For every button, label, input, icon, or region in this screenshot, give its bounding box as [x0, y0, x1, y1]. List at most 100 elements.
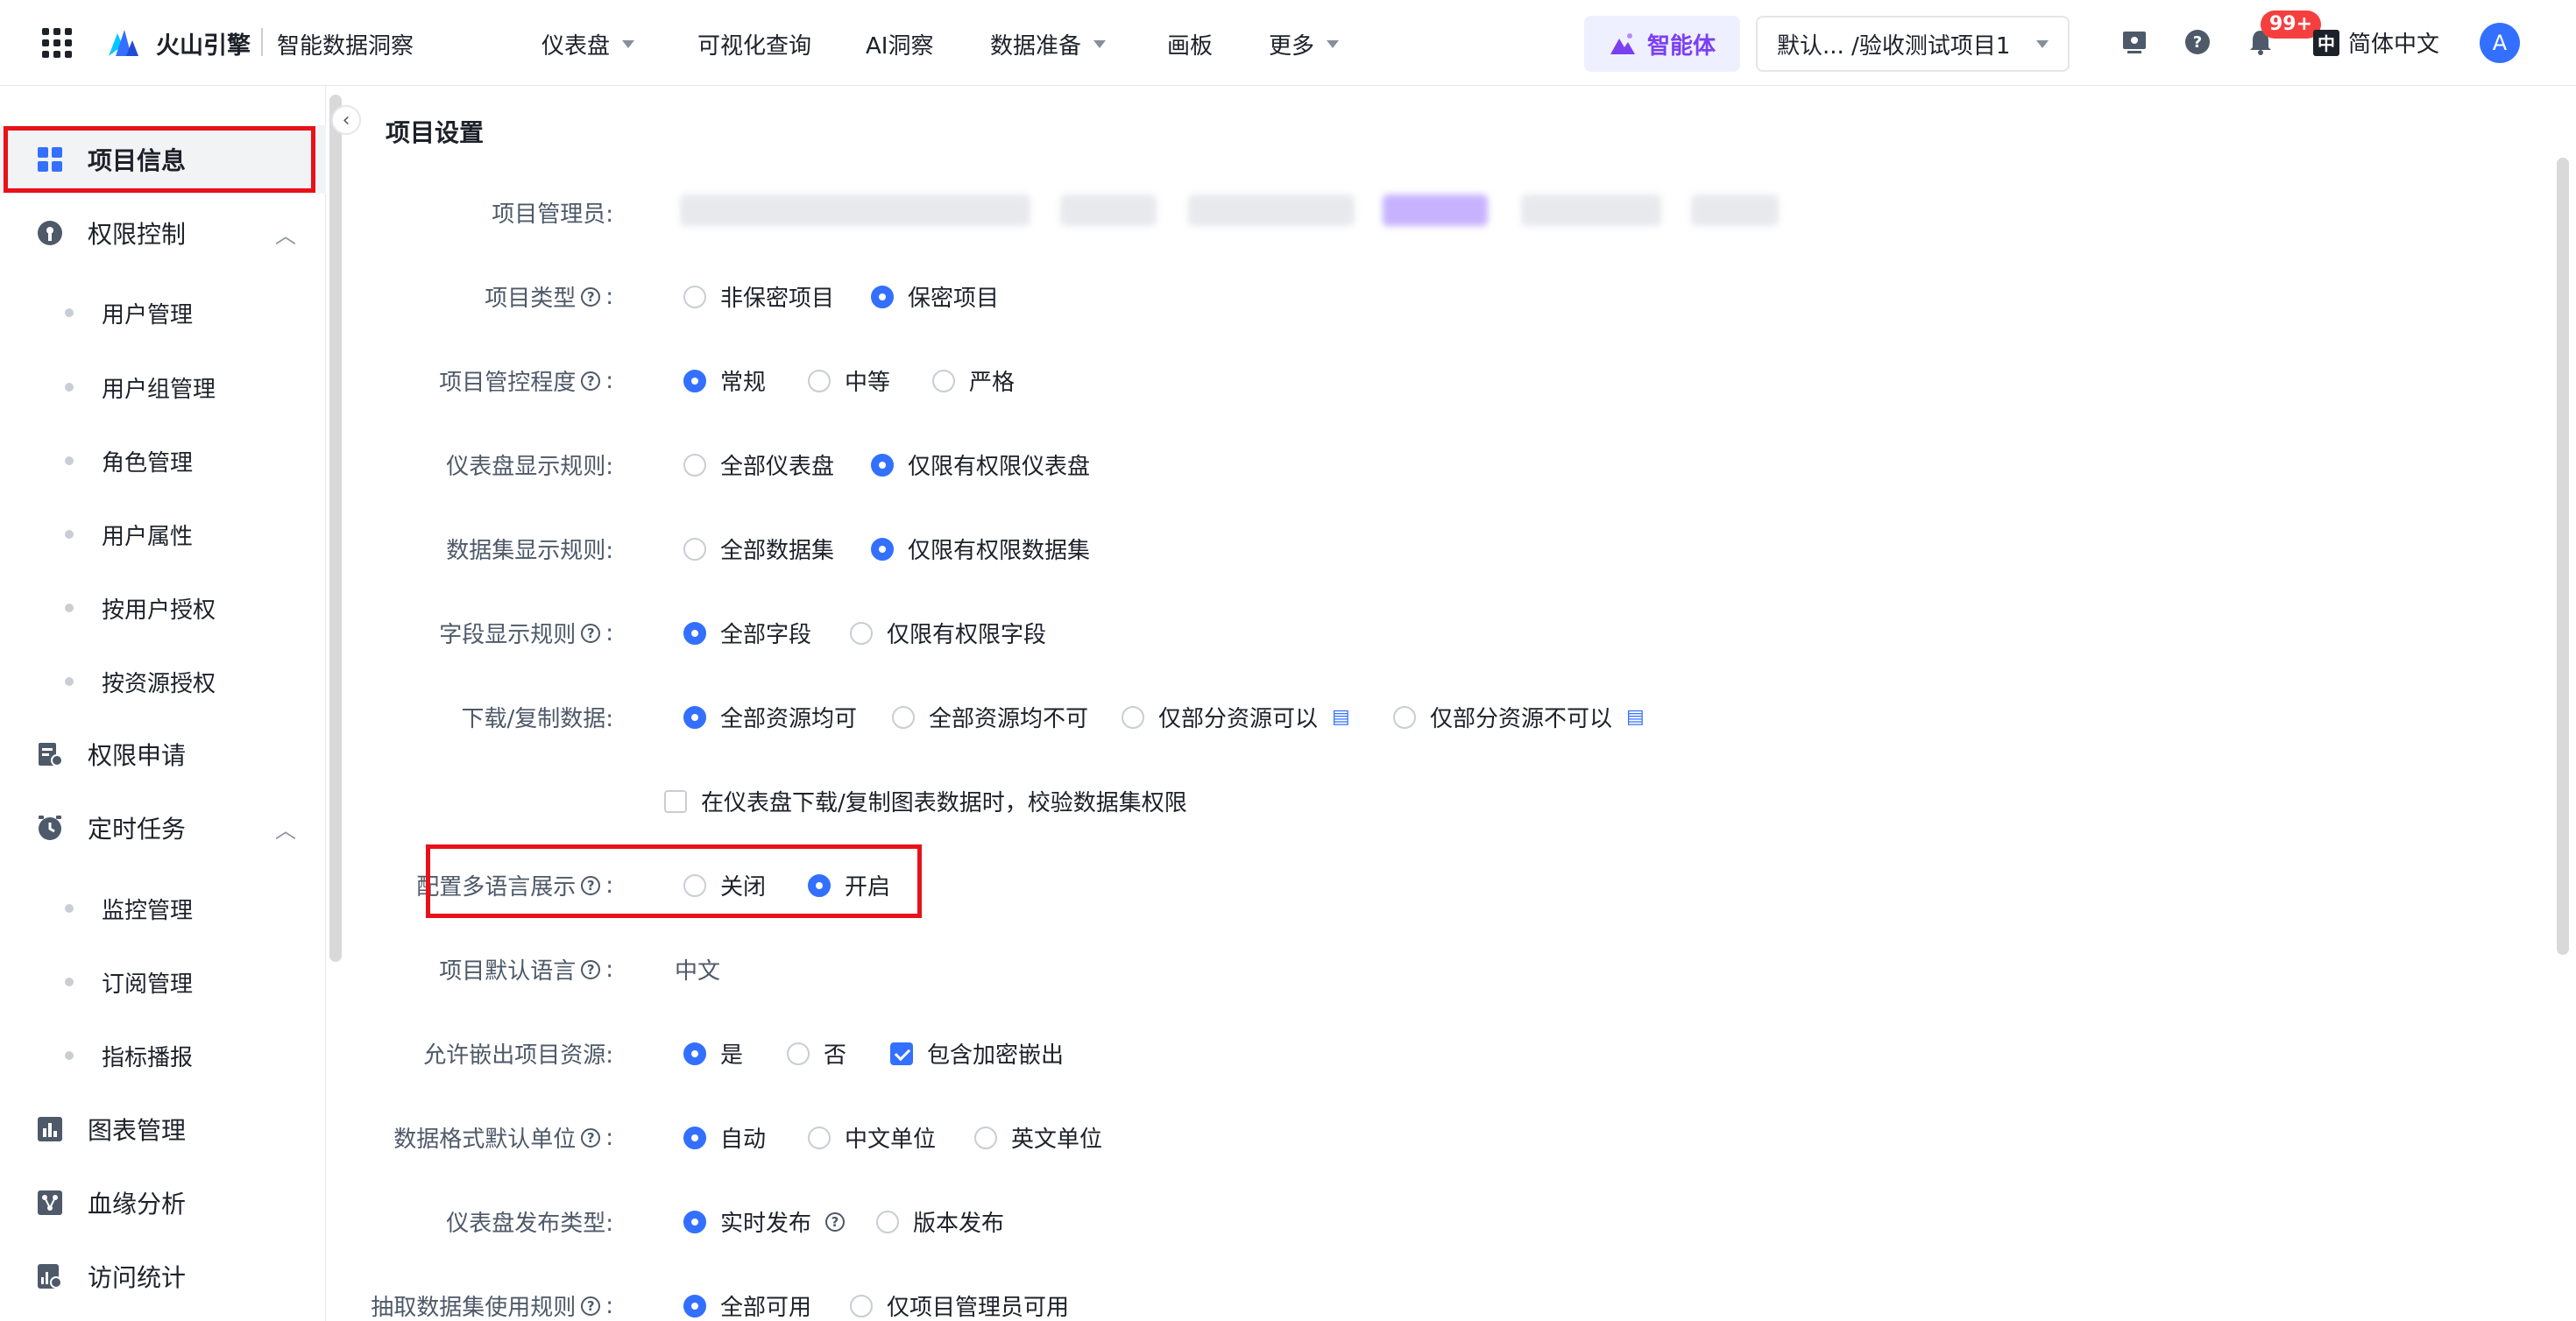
chevron-down-icon	[1327, 40, 1340, 48]
nav-canvas[interactable]: 画板	[1167, 28, 1213, 60]
radio-unit-english[interactable]: 英文单位	[974, 1121, 1102, 1154]
row-project-admins: 项目管理员:	[0, 189, 2541, 233]
help-circle-icon[interactable]: ?	[581, 623, 601, 643]
brand-divider	[261, 28, 263, 56]
field-label: 项目管控程度?:	[439, 367, 613, 397]
avatar[interactable]: A	[2480, 23, 2520, 63]
highlight-box-multi-language	[426, 844, 922, 918]
help-circle-icon[interactable]: ?	[581, 286, 601, 307]
document-icon[interactable]: ▤	[1626, 706, 1645, 728]
help-circle-icon[interactable]: ?	[581, 1127, 601, 1148]
radio-normal[interactable]: 常规	[683, 364, 766, 397]
radio-unit-auto[interactable]: 自动	[683, 1121, 766, 1154]
nav-dashboard[interactable]: 仪表盘	[541, 28, 635, 60]
top-nav-bar: 火山引擎 智能数据洞察 仪表盘 可视化查询 AI洞察 数据准备 画板 更多 智能…	[0, 0, 2576, 86]
row-download-copy: 下载/复制数据: 全部资源均可 全部资源均不可 仅部分资源可以 ▤ 仅部分资源不可…	[0, 694, 2541, 738]
admin-chip	[1188, 194, 1355, 226]
radio-extract-admin[interactable]: 仅项目管理员可用	[850, 1289, 1069, 1321]
agent-icon	[1610, 33, 1635, 54]
default-language-value: 中文	[675, 958, 721, 985]
row-field-rule: 字段显示规则?: 全部字段 仅限有权限字段	[0, 610, 2541, 653]
field-label: 允许嵌出项目资源:	[423, 1042, 613, 1069]
help-circle-icon[interactable]: ?	[825, 1212, 846, 1232]
row-control-level: 项目管控程度?: 常规 中等 严格	[0, 357, 2541, 401]
row-default-unit: 数据格式默认单位?: 自动 中文单位 英文单位	[0, 1114, 2541, 1158]
radio-non-secret[interactable]: 非保密项目	[683, 280, 834, 313]
page-title: 项目设置	[386, 118, 485, 147]
row-dataset-rule: 数据集显示规则: 全部数据集 仅限有权限数据集	[0, 526, 2541, 569]
apply-icon	[35, 739, 65, 769]
help-circle-icon[interactable]: ?	[581, 959, 601, 979]
help-circle-icon[interactable]: ?	[581, 371, 601, 391]
volcano-logo-icon	[109, 30, 138, 56]
apps-grid-icon[interactable]	[42, 28, 72, 58]
chevron-down-icon	[2036, 39, 2049, 48]
row-publish-type: 仪表盘发布类型: 实时发布? 版本发布	[0, 1198, 2541, 1242]
radio-all-allowed[interactable]: 全部资源均可	[683, 701, 857, 733]
agent-button[interactable]: 智能体	[1584, 16, 1740, 72]
radio-secret[interactable]: 保密项目	[871, 280, 999, 313]
row-extract-rule: 抽取数据集使用规则?: 全部可用 仅项目管理员可用	[0, 1282, 2541, 1321]
row-default-language: 项目默认语言?: 中文	[0, 946, 2541, 990]
radio-all-denied[interactable]: 全部资源均不可	[892, 701, 1088, 733]
radio-all-datasets[interactable]: 全部数据集	[683, 533, 834, 565]
admin-chip	[1521, 194, 1661, 226]
field-label: 项目默认语言?:	[439, 956, 613, 985]
radio-permitted-datasets[interactable]: 仅限有权限数据集	[871, 533, 1090, 565]
collapse-sidebar-button[interactable]: ‹	[331, 105, 361, 135]
radio-strict[interactable]: 严格	[932, 364, 1015, 397]
field-label: 抽取数据集使用规则?:	[371, 1292, 613, 1321]
chevron-down-icon	[1093, 40, 1107, 48]
admin-chip	[1383, 194, 1488, 226]
language-switcher[interactable]: 中 简体中文	[2313, 26, 2439, 59]
radio-medium[interactable]: 中等	[808, 364, 890, 397]
row-embed-resources: 允许嵌出项目资源: 是 否 包含加密嵌出	[0, 1030, 2541, 1074]
radio-partial-denied[interactable]: 仅部分资源不可以 ▤	[1393, 701, 1645, 733]
radio-all-dashboards[interactable]: 全部仪表盘	[683, 449, 834, 481]
highlight-box-project-info	[4, 126, 315, 193]
field-label: 数据格式默认单位?:	[393, 1124, 613, 1154]
nav-visual-query[interactable]: 可视化查询	[697, 28, 811, 60]
radio-unit-chinese[interactable]: 中文单位	[808, 1121, 936, 1154]
radio-embed-no[interactable]: 否	[787, 1037, 846, 1070]
language-icon: 中	[2313, 29, 2339, 56]
nav-more[interactable]: 更多	[1269, 28, 1340, 60]
row-dashboard-rule: 仪表盘显示规则: 全部仪表盘 仅限有权限仪表盘	[0, 442, 2541, 485]
brand-name: 火山引擎	[156, 32, 251, 60]
field-label: 项目类型?:	[485, 283, 613, 313]
project-selector[interactable]: 默认... /验收测试项目1	[1756, 16, 2070, 72]
radio-all-fields[interactable]: 全部字段	[683, 617, 811, 649]
main-scrollbar[interactable]	[2557, 158, 2569, 955]
radio-embed-yes[interactable]: 是	[683, 1037, 743, 1070]
radio-extract-all[interactable]: 全部可用	[683, 1289, 811, 1321]
chevron-down-icon	[622, 40, 635, 48]
field-label: 仪表盘显示规则:	[446, 454, 613, 480]
svg-text:?: ?	[2193, 33, 2202, 52]
radio-publish-version[interactable]: 版本发布	[876, 1205, 1004, 1238]
row-multi-language: 配置多语言展示?: 关闭 开启	[0, 862, 2541, 906]
checkbox-encrypted-embed[interactable]: 包含加密嵌出	[890, 1037, 1064, 1070]
admin-chip	[1691, 194, 1779, 226]
admin-chip	[680, 194, 1030, 226]
field-label: 仪表盘发布类型:	[446, 1211, 613, 1237]
radio-publish-realtime[interactable]: 实时发布?	[683, 1205, 846, 1238]
product-name: 智能数据洞察	[277, 33, 414, 60]
radio-permitted-dashboards[interactable]: 仅限有权限仪表盘	[871, 449, 1090, 481]
help-circle-icon[interactable]: ?	[581, 1296, 601, 1316]
field-label: 项目管理员:	[492, 201, 613, 228]
notification-badge: 99+	[2261, 11, 2322, 39]
radio-permitted-fields[interactable]: 仅限有权限字段	[850, 617, 1046, 649]
field-label: 下载/复制数据:	[461, 706, 613, 732]
field-label: 字段显示规则?:	[439, 619, 613, 649]
admin-chip	[1060, 194, 1157, 226]
help-icon[interactable]: ?	[2182, 26, 2213, 58]
field-label: 数据集显示规则:	[446, 538, 613, 564]
settings-screen-icon[interactable]	[2119, 26, 2150, 58]
document-icon[interactable]: ▤	[1332, 706, 1350, 728]
checkbox-validate-dataset[interactable]: 在仪表盘下载/复制图表数据时，校验数据集权限	[664, 785, 1187, 817]
row-project-type: 项目类型?: 非保密项目 保密项目	[0, 273, 2541, 317]
nav-data-prep[interactable]: 数据准备	[990, 28, 1107, 60]
radio-partial-allowed[interactable]: 仅部分资源可以 ▤	[1122, 701, 1350, 733]
nav-ai-insight[interactable]: AI洞察	[866, 28, 933, 60]
row-download-check: 在仪表盘下载/复制图表数据时，校验数据集权限	[0, 778, 2541, 822]
